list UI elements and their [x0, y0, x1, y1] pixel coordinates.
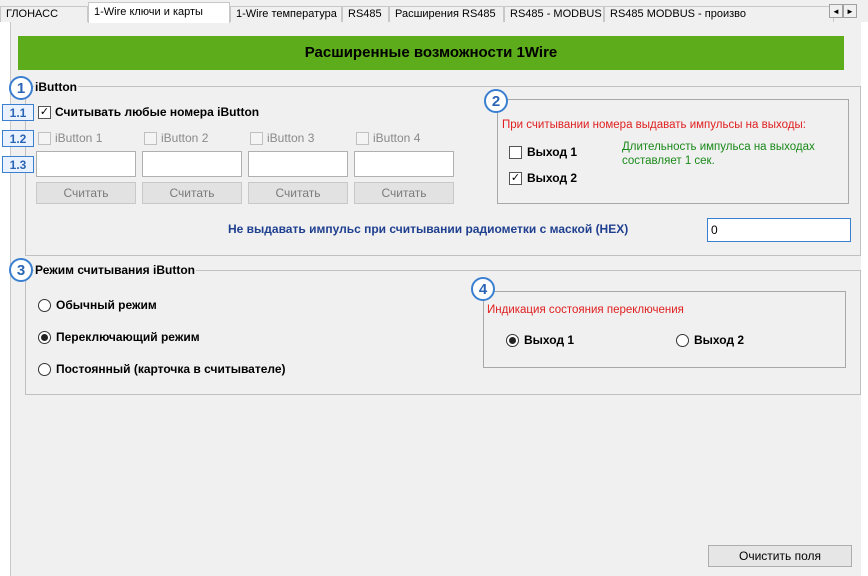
marker-1: 1	[9, 76, 33, 100]
read-ibutton-4-button[interactable]: Считать	[354, 182, 454, 204]
ibutton-3-label: iButton 3	[267, 131, 315, 145]
indication-output-1-radio[interactable]	[506, 334, 519, 347]
ibutton-4-checkbox[interactable]	[356, 132, 369, 145]
read-ibutton-1-button[interactable]: Считать	[36, 182, 136, 204]
read-any-label: Считывать любые номера iButton	[55, 105, 260, 119]
tab-scroll-left-icon[interactable]: ◄	[829, 4, 843, 18]
ibutton-3-input[interactable]	[248, 151, 348, 177]
ibutton-4-input[interactable]	[354, 151, 454, 177]
output-1-label: Выход 1	[527, 145, 578, 159]
ibutton-2-label: iButton 2	[161, 131, 209, 145]
mode-permanent-radio[interactable]	[38, 363, 51, 376]
page-banner: Расширенные возможности 1Wire	[18, 36, 844, 70]
read-any-checkbox[interactable]: ✓	[38, 106, 51, 119]
mask-input[interactable]: 0	[707, 218, 851, 242]
marker-1-3: 1.3	[2, 156, 34, 173]
read-ibutton-3-button[interactable]: Считать	[248, 182, 348, 204]
ibutton-1-checkbox[interactable]	[38, 132, 51, 145]
tab-rs485-extensions[interactable]: Расширения RS485	[389, 6, 504, 22]
ibutton-group-label: iButton	[34, 80, 78, 94]
mode-toggle-radio[interactable]	[38, 331, 51, 344]
marker-1-2: 1.2	[2, 130, 34, 147]
mode-permanent-label: Постоянный (карточка в считывателе)	[56, 362, 286, 376]
output-2-checkbox[interactable]: ✓	[509, 172, 522, 185]
tab-bar: ГЛОНАСС 1-Wire ключи и карты 1-Wire темп…	[0, 0, 868, 23]
indication-title: Индикация состояния переключения	[487, 304, 684, 316]
output-2-label: Выход 2	[527, 171, 578, 185]
mode-toggle-label: Переключающий режим	[56, 330, 200, 344]
ibutton-1-input[interactable]	[36, 151, 136, 177]
tab-1wire-temperature[interactable]: 1-Wire температура	[230, 6, 342, 22]
ibutton-2-checkbox[interactable]	[144, 132, 157, 145]
tab-glonass[interactable]: ГЛОНАСС	[0, 6, 88, 22]
indication-output-2-label: Выход 2	[694, 333, 745, 347]
read-ibutton-2-button[interactable]: Считать	[142, 182, 242, 204]
mode-normal-radio[interactable]	[38, 299, 51, 312]
output-1-checkbox[interactable]	[509, 146, 522, 159]
marker-3: 3	[9, 258, 33, 282]
ibutton-1-label: iButton 1	[55, 131, 103, 145]
indication-output-1-label: Выход 1	[524, 333, 575, 347]
reading-mode-group-label: Режим считывания iButton	[34, 263, 196, 277]
tab-rs485-modbus-custom[interactable]: RS485 MODBUS - произво	[604, 6, 834, 22]
ibutton-2-input[interactable]	[142, 151, 242, 177]
tab-rs485-modbus[interactable]: RS485 - MODBUS	[504, 6, 604, 22]
tab-1wire-keys[interactable]: 1-Wire ключи и карты	[88, 2, 230, 23]
tab-scroll-right-icon[interactable]: ►	[843, 4, 857, 18]
ibutton-3-checkbox[interactable]	[250, 132, 263, 145]
mode-normal-label: Обычный режим	[56, 298, 157, 312]
tab-scroll: ◄ ►	[829, 4, 857, 18]
marker-1-1: 1.1	[2, 104, 34, 121]
tab-rs485[interactable]: RS485	[342, 6, 389, 22]
clear-fields-button[interactable]: Очистить поля	[708, 545, 852, 567]
marker-2: 2	[484, 89, 508, 113]
outputs-title: При считывании номера выдавать импульсы …	[502, 119, 806, 131]
marker-4: 4	[471, 277, 495, 301]
mask-label: Не выдавать импульс при считывании радио…	[228, 222, 629, 236]
pulse-duration-note: Длительность импульса на выходах составл…	[622, 141, 815, 167]
indication-box	[483, 291, 846, 368]
ibutton-4-label: iButton 4	[373, 131, 421, 145]
indication-output-2-radio[interactable]	[676, 334, 689, 347]
